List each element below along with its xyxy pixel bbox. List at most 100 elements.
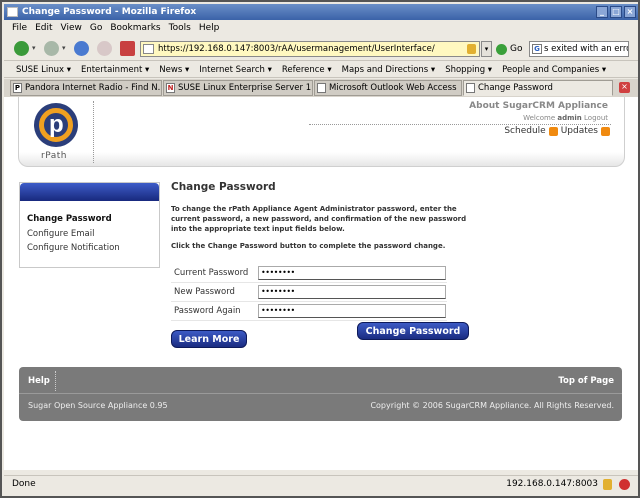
welcome-user: admin xyxy=(557,114,582,122)
minimize-button[interactable]: _ xyxy=(596,6,608,18)
new-password-field[interactable]: •••••••• xyxy=(258,285,446,299)
bookmark-folder[interactable]: Maps and Directions ▾ xyxy=(342,62,436,77)
password-again-field[interactable]: •••••••• xyxy=(258,304,446,318)
browser-window: Change Password - Mozilla Firefox _ □ × … xyxy=(0,0,640,498)
page-content: p rPath About SugarCRM Appliance Welcome… xyxy=(4,97,638,470)
bookmark-folder[interactable]: People and Companies ▾ xyxy=(502,62,606,77)
bookmark-folder[interactable]: Reference ▾ xyxy=(282,62,332,77)
page-icon xyxy=(466,83,475,93)
lock-icon[interactable] xyxy=(603,479,612,490)
tab-suse[interactable]: N SUSE Linux Enterprise Server 1... xyxy=(163,80,313,96)
close-button[interactable]: × xyxy=(624,6,636,18)
header-links: Schedule Updates xyxy=(504,126,610,136)
logo-brand: rPath xyxy=(41,151,67,161)
bookmarks-toolbar: SUSE Linux ▾ Entertainment ▾ News ▾ Inte… xyxy=(4,62,638,78)
reload-icon[interactable] xyxy=(74,41,89,56)
novell-icon: N xyxy=(166,83,175,93)
menu-tools[interactable]: Tools xyxy=(169,20,191,36)
window-controls: _ □ × xyxy=(596,6,636,18)
tab-outlook[interactable]: Microsoft Outlook Web Access xyxy=(314,80,462,96)
tab-strip: P Pandora Internet Radio - Find N... N S… xyxy=(4,79,638,97)
maximize-button[interactable]: □ xyxy=(610,6,622,18)
status-bar: Done 192.168.0.147:8003 xyxy=(4,475,638,493)
forward-icon[interactable] xyxy=(44,41,59,56)
close-tab-icon[interactable]: × xyxy=(619,82,630,93)
instructions-submit: Click the Change Password button to comp… xyxy=(171,242,446,250)
current-password-field[interactable]: •••••••• xyxy=(258,266,446,280)
bookmark-folder[interactable]: SUSE Linux ▾ xyxy=(16,62,71,77)
menu-help[interactable]: Help xyxy=(199,20,220,36)
instructions: To change the rPath Appliance Agent Admi… xyxy=(171,205,467,233)
logout-link[interactable]: Logout xyxy=(584,114,608,122)
sidebar-menu: Change Password Configure Email Configur… xyxy=(20,201,159,256)
home-icon[interactable] xyxy=(120,41,135,56)
address-bar[interactable]: https://192.168.0.147:8003/rAA/usermanag… xyxy=(140,41,480,57)
menu-file[interactable]: File xyxy=(12,20,27,36)
tab-label: Microsoft Outlook Web Access xyxy=(329,83,457,93)
new-password-label: New Password xyxy=(174,287,235,297)
lock-icon[interactable] xyxy=(467,44,476,54)
sidebar: Change Password Configure Email Configur… xyxy=(19,182,160,268)
page-title: Change Password xyxy=(171,181,276,193)
learn-more-button[interactable]: Learn More xyxy=(171,330,247,348)
tab-label: Pandora Internet Radio - Find N... xyxy=(25,83,162,93)
field-divider xyxy=(171,320,447,321)
change-password-button[interactable]: Change Password xyxy=(357,322,469,340)
version-text: Sugar Open Source Appliance 0.95 xyxy=(28,401,168,410)
sidebar-item-configure-email[interactable]: Configure Email xyxy=(27,227,159,242)
rss-icon[interactable] xyxy=(601,126,610,136)
footer-divider xyxy=(55,371,56,391)
forward-dropdown-icon[interactable]: ▾ xyxy=(62,44,68,52)
menu-bookmarks[interactable]: Bookmarks xyxy=(110,20,160,36)
stop-icon[interactable] xyxy=(97,41,112,56)
search-input[interactable]: G s exited with an error xyxy=(529,41,629,57)
field-divider xyxy=(171,282,447,283)
rss-icon[interactable] xyxy=(548,126,558,136)
welcome-prefix: Welcome xyxy=(523,114,556,122)
bookmark-folder[interactable]: Internet Search ▾ xyxy=(199,62,272,77)
logo-letter: p xyxy=(49,111,64,138)
address-dropdown-icon[interactable]: ▾ xyxy=(481,41,492,57)
menu-edit[interactable]: Edit xyxy=(35,20,52,36)
sidebar-item-change-password[interactable]: Change Password xyxy=(27,212,159,227)
tab-change-password[interactable]: Change Password xyxy=(463,80,613,96)
bookmark-folder[interactable]: Shopping ▾ xyxy=(445,62,492,77)
pandora-icon: P xyxy=(13,83,22,93)
window-title: Change Password - Mozilla Firefox xyxy=(22,7,197,17)
menu-go[interactable]: Go xyxy=(90,20,102,36)
footer-rule xyxy=(19,393,622,394)
current-password-label: Current Password xyxy=(174,268,249,278)
schedule-link[interactable]: Schedule xyxy=(504,126,545,136)
title-bar: Change Password - Mozilla Firefox _ □ × xyxy=(4,4,638,20)
header-rule xyxy=(309,124,611,125)
google-icon[interactable]: G xyxy=(532,44,542,54)
tab-label: SUSE Linux Enterprise Server 1... xyxy=(178,83,313,93)
address-url: https://192.168.0.147:8003/rAA/usermanag… xyxy=(158,44,435,54)
tab-label: Change Password xyxy=(478,83,553,93)
welcome-text: Welcome admin Logout xyxy=(523,114,608,122)
menu-view[interactable]: View xyxy=(61,20,82,36)
go-button[interactable]: Go xyxy=(496,41,522,57)
sidebar-item-configure-notification[interactable]: Configure Notification xyxy=(27,241,159,256)
page-icon xyxy=(317,83,326,93)
menu-bar: File Edit View Go Bookmarks Tools Help xyxy=(4,20,638,36)
search-value: s exited with an error xyxy=(544,44,629,54)
tab-pandora[interactable]: P Pandora Internet Radio - Find N... xyxy=(10,80,162,96)
bookmark-folder[interactable]: News ▾ xyxy=(159,62,189,77)
updates-link[interactable]: Updates xyxy=(561,126,598,136)
bookmark-folder[interactable]: Entertainment ▾ xyxy=(81,62,149,77)
copyright-text: Copyright © 2006 SugarCRM Appliance. All… xyxy=(370,401,614,410)
navigation-toolbar: ▾ ▾ https://192.168.0.147:8003/rAA/userm… xyxy=(4,37,638,61)
help-link[interactable]: Help xyxy=(28,376,50,386)
page-footer: Help Top of Page Sugar Open Source Appli… xyxy=(19,367,622,421)
blocked-icon[interactable] xyxy=(619,479,630,490)
top-of-page-link[interactable]: Top of Page xyxy=(558,376,614,386)
back-icon[interactable] xyxy=(14,41,29,56)
field-divider xyxy=(171,301,447,302)
firefox-icon xyxy=(7,7,18,17)
sidebar-header xyxy=(20,183,159,201)
header-divider xyxy=(93,101,94,163)
password-again-label: Password Again xyxy=(174,306,241,316)
back-dropdown-icon[interactable]: ▾ xyxy=(32,44,38,52)
about-link[interactable]: About SugarCRM Appliance xyxy=(469,101,608,111)
